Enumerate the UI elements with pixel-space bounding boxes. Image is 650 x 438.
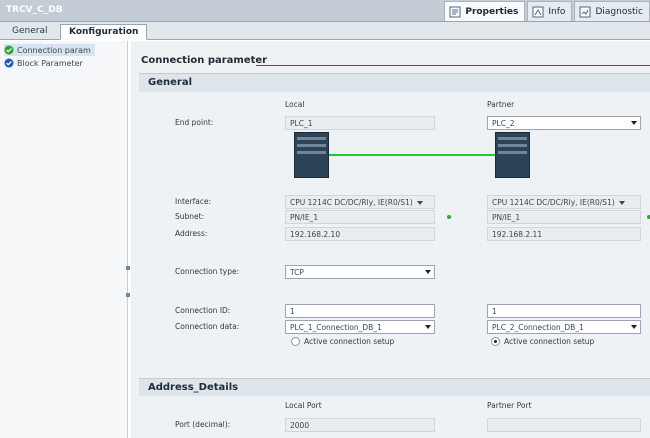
address-partner-field: 192.168.2.11: [487, 227, 641, 241]
inspector-title-bar: TRCV_C_DB Properties Info Diagnostic: [0, 0, 650, 22]
address-details-body: Local Port Partner Port Port (decimal): …: [139, 396, 650, 438]
chevron-down-icon: [618, 201, 625, 205]
local-port-header: Local Port: [285, 401, 322, 410]
chevron-down-icon[interactable]: [423, 267, 433, 277]
main-content: Connection parameter General Local Partn…: [131, 41, 650, 438]
info-icon: [532, 6, 544, 17]
sidebar: Connection param Block Parameter: [0, 41, 130, 438]
chevron-down-icon[interactable]: [629, 322, 639, 332]
interface-label: Interface:: [175, 197, 212, 206]
address-details-panel: Address_Details Local Port Partner Port …: [139, 378, 650, 438]
tab-konfiguration[interactable]: Konfiguration: [60, 24, 148, 40]
section-divider: [256, 65, 650, 66]
chevron-down-icon[interactable]: [423, 322, 433, 332]
port-local-field[interactable]: 2000: [285, 418, 435, 432]
subnet-label: Subnet:: [175, 212, 205, 221]
chevron-down-icon: [416, 201, 423, 205]
local-column-header: Local: [285, 100, 305, 109]
end-point-partner-select[interactable]: PLC_2: [487, 116, 641, 130]
connection-type-select[interactable]: TCP: [285, 265, 435, 279]
sidebar-item-block-parameter[interactable]: Block Parameter: [4, 57, 83, 69]
connection-data-local-select[interactable]: PLC_1_Connection_DB_1: [285, 320, 435, 334]
active-setup-partner-label: Active connection setup: [504, 337, 595, 346]
end-point-local-field: PLC_1: [285, 116, 435, 130]
splitter-handle[interactable]: [126, 266, 130, 270]
tab-properties[interactable]: Properties: [444, 1, 526, 21]
end-point-label: End point:: [175, 118, 214, 127]
splitter-handle[interactable]: [126, 293, 130, 297]
active-setup-local-label: Active connection setup: [304, 337, 395, 346]
chevron-down-icon[interactable]: [629, 118, 639, 128]
port-label: Port (decimal):: [175, 420, 231, 429]
properties-icon: [449, 6, 461, 17]
partner-port-header: Partner Port: [487, 401, 532, 410]
active-setup-local-radio[interactable]: Active connection setup: [291, 337, 394, 346]
tab-info-label: Info: [548, 6, 566, 17]
general-panel: General Local Partner End point: PLC_1 P…: [139, 73, 650, 378]
connection-id-partner-input[interactable]: 1: [487, 304, 641, 318]
address-details-title: Address_Details: [148, 382, 239, 393]
connection-id-label: Connection ID:: [175, 306, 231, 315]
connection-type-label: Connection type:: [175, 267, 240, 276]
subnet-status-dot: [447, 215, 451, 219]
tab-properties-label: Properties: [465, 6, 519, 17]
check-circle-icon: [4, 45, 14, 55]
window-title: TRCV_C_DB: [6, 5, 63, 15]
connection-data-label: Connection data:: [175, 322, 240, 331]
sidebar-item-label: Block Parameter: [17, 58, 83, 68]
interface-partner-field[interactable]: CPU 1214C DC/DC/Rly, IE(R0/S1): [487, 195, 641, 209]
section-title: Connection parameter: [141, 55, 268, 66]
port-partner-field[interactable]: [487, 418, 641, 432]
tab-general[interactable]: General: [4, 24, 55, 40]
interface-local-field[interactable]: CPU 1214C DC/DC/Rly, IE(R0/S1): [285, 195, 435, 209]
inspector-tabs: Properties Info Diagnostic: [442, 1, 650, 21]
active-setup-partner-radio[interactable]: Active connection setup: [491, 337, 594, 346]
tab-info[interactable]: Info: [527, 1, 573, 21]
property-tabs: General Konfiguration: [0, 22, 650, 40]
sidebar-item-label: Connection param: [17, 45, 91, 55]
general-title: General: [148, 77, 192, 88]
partner-column-header: Partner: [487, 100, 515, 109]
plc-partner-device-image: [495, 132, 530, 178]
diagnostics-icon: [579, 6, 591, 17]
plc-local-device-image: [294, 132, 329, 178]
radio-button[interactable]: [291, 337, 300, 346]
subnet-local-field: PN/IE_1: [285, 210, 435, 224]
connection-data-partner-select[interactable]: PLC_2_Connection_DB_1: [487, 320, 641, 334]
check-circle-icon: [4, 58, 14, 68]
connection-id-local-input[interactable]: 1: [285, 304, 435, 318]
tab-diagnostics-label: Diagnostic: [595, 6, 643, 17]
subnet-partner-field: PN/IE_1: [487, 210, 641, 224]
connection-line: [329, 154, 496, 156]
tab-diagnostics[interactable]: Diagnostic: [574, 1, 650, 21]
address-local-field: 192.168.2.10: [285, 227, 435, 241]
address-label: Address:: [175, 229, 208, 238]
radio-button[interactable]: [491, 337, 500, 346]
general-body: Local Partner End point: PLC_1 PLC_2 Int…: [139, 92, 650, 378]
sidebar-item-connection-param[interactable]: Connection param: [4, 44, 95, 56]
